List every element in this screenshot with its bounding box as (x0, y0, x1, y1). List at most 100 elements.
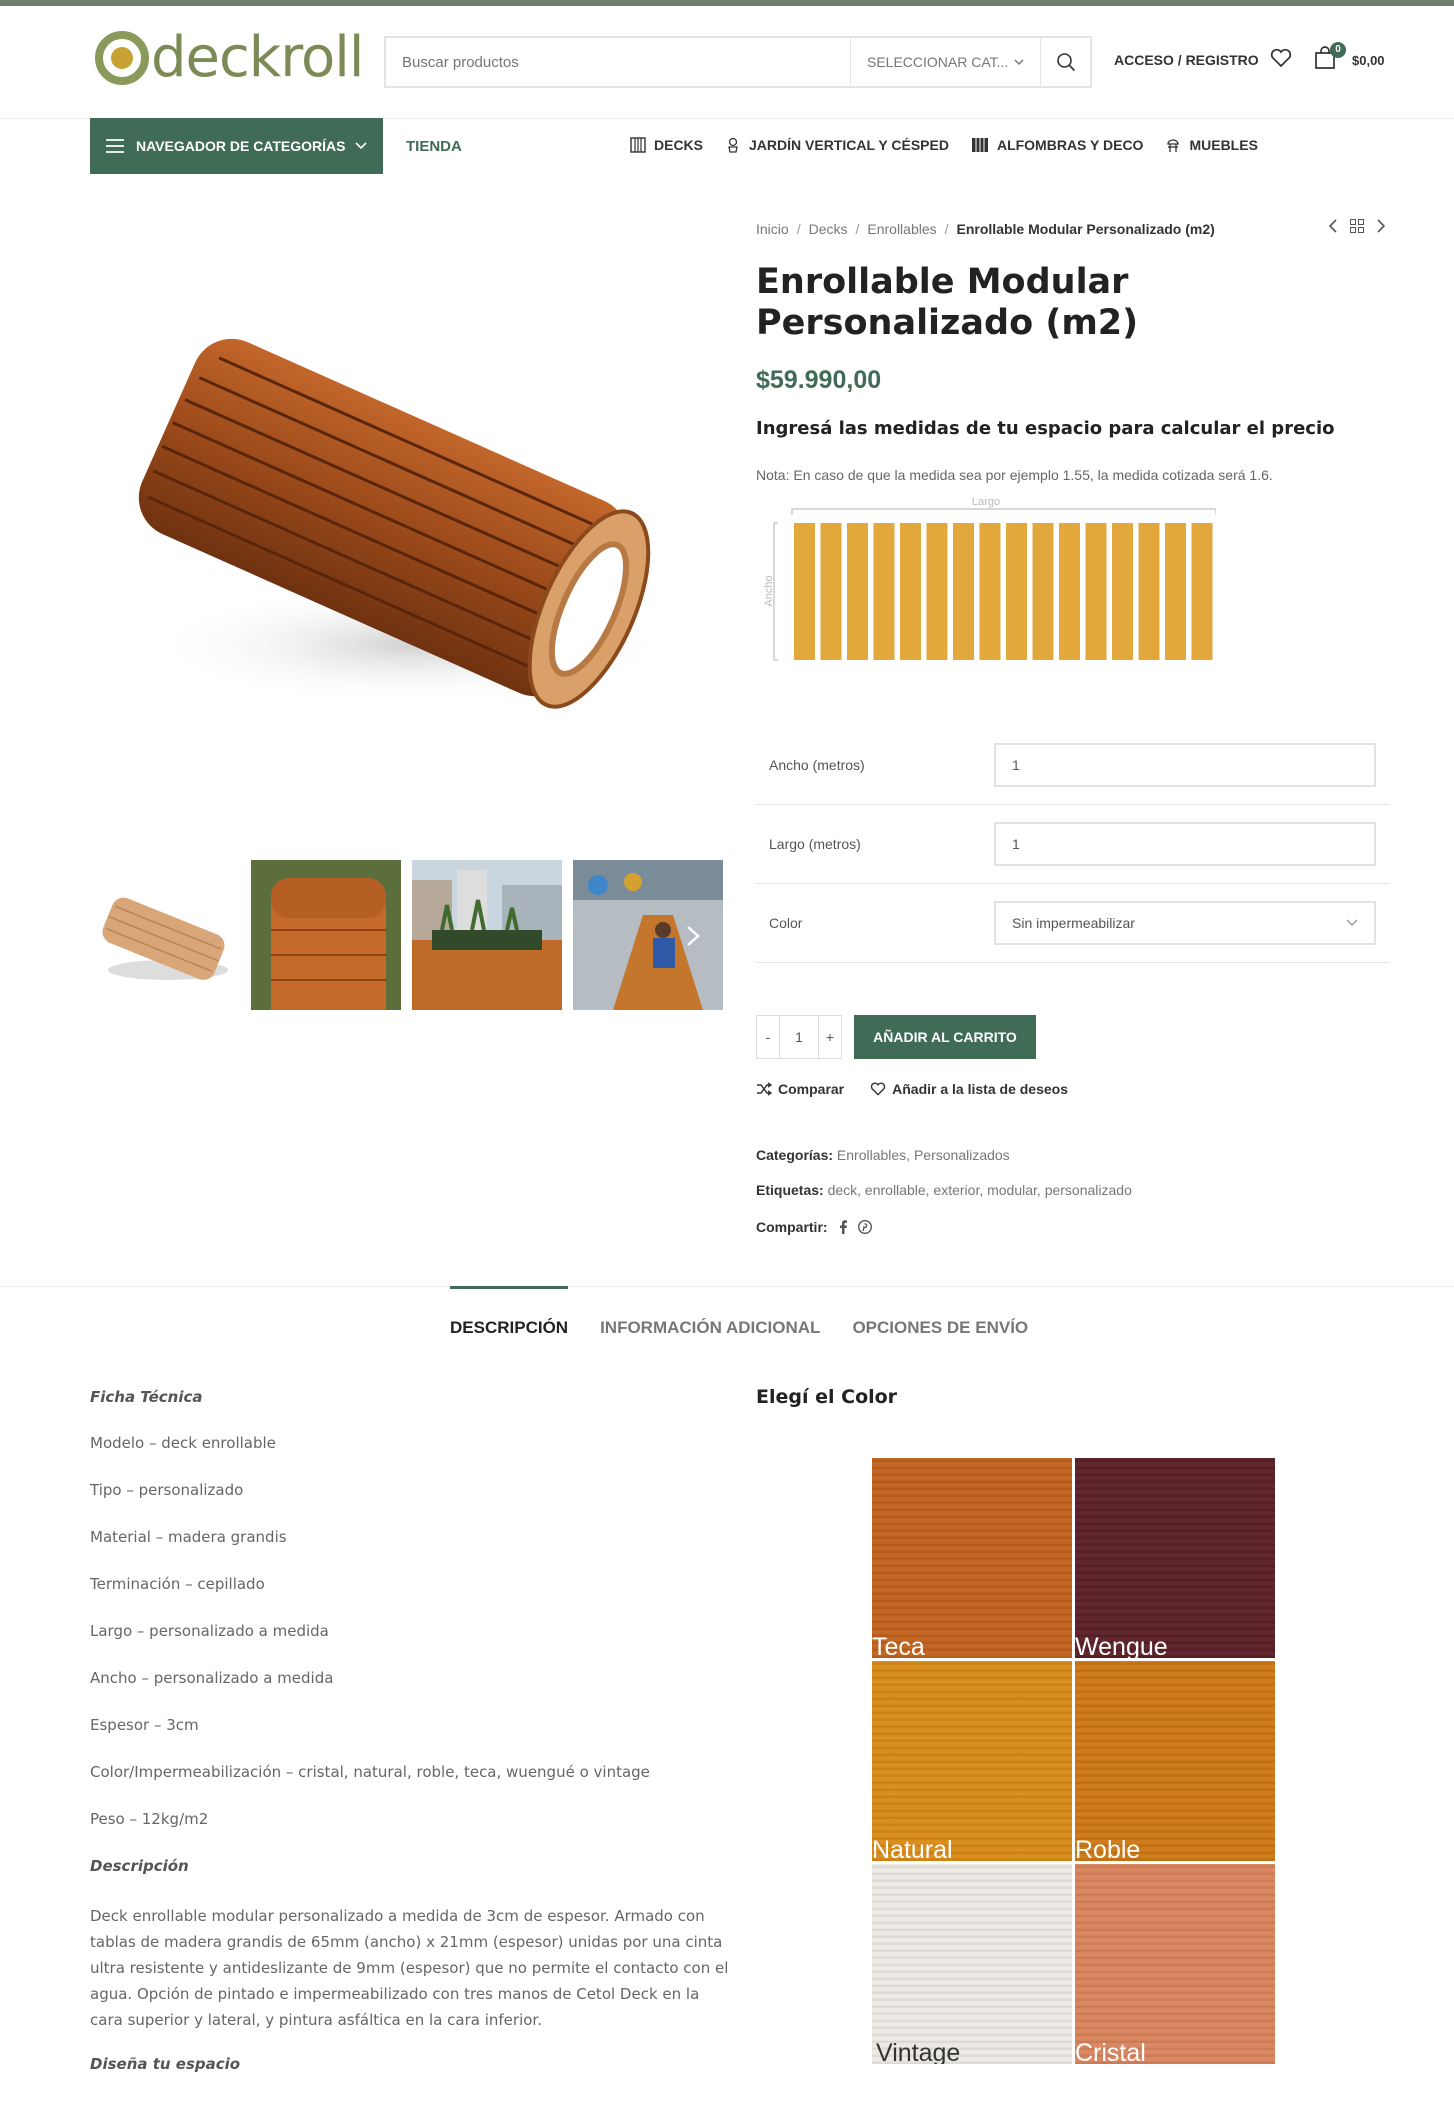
disena-heading: Diseña tu espacio (90, 2055, 241, 2073)
swatch-vintage[interactable]: Vintage (872, 1864, 1072, 2064)
color-row: Color Sin impermeabilizar (756, 884, 1390, 963)
color-select[interactable]: Sin impermeabilizar (994, 901, 1376, 945)
nav-link-alfombras[interactable]: ALFOMBRAS Y DECO (971, 137, 1143, 153)
gallery-next-arrow-icon[interactable] (686, 925, 700, 947)
ancho-value: 1 (1012, 757, 1020, 773)
search-button[interactable] (1040, 38, 1090, 86)
grid-icon[interactable] (1350, 219, 1364, 233)
chevron-left-icon[interactable] (1328, 219, 1338, 233)
plant-icon (728, 137, 738, 153)
diagram-slat (847, 523, 868, 660)
tab-descripcion[interactable]: DESCRIPCIÓN (450, 1286, 569, 1342)
calculator-note: Nota: En caso de que la medida sea por e… (756, 467, 1273, 483)
nav-link-decks[interactable]: DECKS (630, 137, 703, 153)
product-price: $59.990,00 (756, 366, 882, 394)
calculator-title: Ingresá las medidas de tu espacio para c… (756, 418, 1335, 439)
diagram-slat (1165, 523, 1186, 660)
facebook-icon[interactable] (838, 1220, 848, 1234)
breadcrumb-enrollables[interactable]: Enrollables (867, 221, 936, 237)
cart-count-badge: 0 (1330, 42, 1346, 58)
spec-line: Tipo – personalizado (90, 1481, 244, 1499)
nav-link-jardin[interactable]: JARDÍN VERTICAL Y CÉSPED (725, 137, 949, 153)
pinterest-icon[interactable] (857, 1220, 872, 1234)
share-label: Compartir: (756, 1219, 828, 1235)
swatch-label: Cristal (1075, 2039, 1146, 2064)
swatch-wengue[interactable]: Wengue (1075, 1458, 1275, 1658)
categories-links[interactable]: Enrollables, Personalizados (837, 1147, 1010, 1163)
compare-label: Comparar (778, 1081, 845, 1097)
main-nav: DECKS JARDÍN VERTICAL Y CÉSPED ALFOMBRAS… (630, 137, 1258, 153)
swatch-natural[interactable]: Natural (872, 1661, 1072, 1861)
share-row: Compartir: (756, 1219, 872, 1235)
nav-link-label: DECKS (654, 137, 704, 153)
thumbnail-2[interactable] (251, 860, 401, 1010)
diagram-slat (926, 523, 948, 660)
breadcrumb-separator: / (796, 221, 801, 237)
diagram-slat (820, 523, 842, 660)
swatch-label: Natural (872, 1836, 953, 1861)
chair-icon (1167, 139, 1180, 152)
nav-link-label: MUEBLES (1189, 137, 1258, 153)
heart-icon[interactable] (1270, 48, 1292, 68)
spec-line: Espesor – 3cm (90, 1716, 199, 1734)
product-tabs: DESCRIPCIÓN INFORMACIÓN ADICIONAL OPCION… (450, 1286, 1028, 1342)
thumbnail-strip (90, 860, 723, 1010)
deck-icon (630, 137, 646, 153)
color-swatches: Teca Wengue Natural Roble Vintage Crista… (872, 1458, 1276, 2064)
diagram-slat (1191, 523, 1213, 660)
qty-plus-button[interactable]: + (819, 1016, 841, 1058)
description-content: Ficha Técnica Modelo – deck enrollable T… (90, 1388, 730, 2101)
ficha-tecnica-heading: Ficha Técnica (90, 1388, 203, 1406)
login-link[interactable]: ACCESO / REGISTRO (1114, 52, 1259, 68)
qty-input[interactable]: 1 (779, 1016, 819, 1058)
hamburger-icon (106, 139, 124, 153)
diagram-slats (794, 523, 1213, 660)
compare-button[interactable]: Comparar (756, 1081, 844, 1097)
add-to-cart-button[interactable]: AÑADIR AL CARRITO (854, 1015, 1036, 1059)
chevron-right-icon[interactable] (1376, 219, 1386, 233)
diagram-slat (1112, 523, 1133, 660)
spec-line: Peso – 12kg/m2 (90, 1810, 209, 1828)
diagram-ancho-label: Ancho (763, 575, 775, 606)
category-select[interactable]: SELECCIONAR CAT... (850, 38, 1040, 86)
nav-link-muebles[interactable]: MUEBLES (1165, 137, 1258, 153)
diagram-slat (900, 523, 921, 660)
thumbnail-4[interactable] (573, 860, 723, 1010)
swatch-label: Roble (1075, 1836, 1141, 1861)
swatch-roble[interactable]: Roble (1075, 1661, 1275, 1861)
chevron-down-icon (355, 142, 367, 150)
breadcrumb-inicio[interactable]: Inicio (756, 221, 789, 237)
tab-opciones-envio[interactable]: OPCIONES DE ENVÍO (852, 1286, 1028, 1342)
categories-menu-button[interactable]: NAVEGADOR DE CATEGORÍAS (90, 118, 383, 174)
breadcrumb-separator: / (855, 221, 860, 237)
thumbnail-3[interactable] (412, 860, 562, 1010)
product-actions: Comparar Añadir a la lista de deseos (756, 1081, 1068, 1097)
breadcrumb-decks[interactable]: Decks (809, 221, 848, 237)
search-icon (1056, 53, 1075, 72)
largo-label: Largo (metros) (769, 836, 861, 852)
color-chooser-title: Elegí el Color (756, 1386, 898, 1408)
categories-menu-label: NAVEGADOR DE CATEGORÍAS (136, 138, 346, 154)
spec-line: Color/Impermeabilización – cristal, natu… (90, 1763, 650, 1781)
qty-minus-button[interactable]: - (757, 1016, 779, 1058)
nav-tienda-link[interactable]: TIENDA (406, 138, 462, 155)
wishlist-button[interactable]: Añadir a la lista de deseos (870, 1081, 1068, 1097)
logo-mark-icon (95, 31, 149, 85)
main-product-image[interactable] (90, 215, 726, 815)
logo[interactable]: deckroll (95, 30, 364, 86)
swatch-cristal[interactable]: Cristal (1075, 1864, 1275, 2064)
ancho-label: Ancho (metros) (769, 757, 865, 773)
ancho-input[interactable]: 1 (994, 743, 1376, 787)
largo-input[interactable]: 1 (994, 822, 1376, 866)
thumbnail-1[interactable] (90, 860, 240, 1010)
tags-links[interactable]: deck, enrollable, exterior, modular, per… (828, 1182, 1132, 1198)
spec-line: Ancho – personalizado a medida (90, 1669, 334, 1687)
swatch-teca[interactable]: Teca (872, 1458, 1072, 1658)
search-bar: SELECCIONAR CAT... (384, 36, 1092, 88)
tab-informacion-adicional[interactable]: INFORMACIÓN ADICIONAL (600, 1286, 820, 1342)
diagram-slat (1138, 523, 1160, 660)
description-paragraph: Deck enrollable modular personalizado a … (90, 1907, 729, 2029)
cart-total[interactable]: $0,00 (1352, 53, 1385, 68)
search-input[interactable] (386, 38, 850, 86)
nav-link-label: JARDÍN VERTICAL Y CÉSPED (749, 137, 949, 153)
